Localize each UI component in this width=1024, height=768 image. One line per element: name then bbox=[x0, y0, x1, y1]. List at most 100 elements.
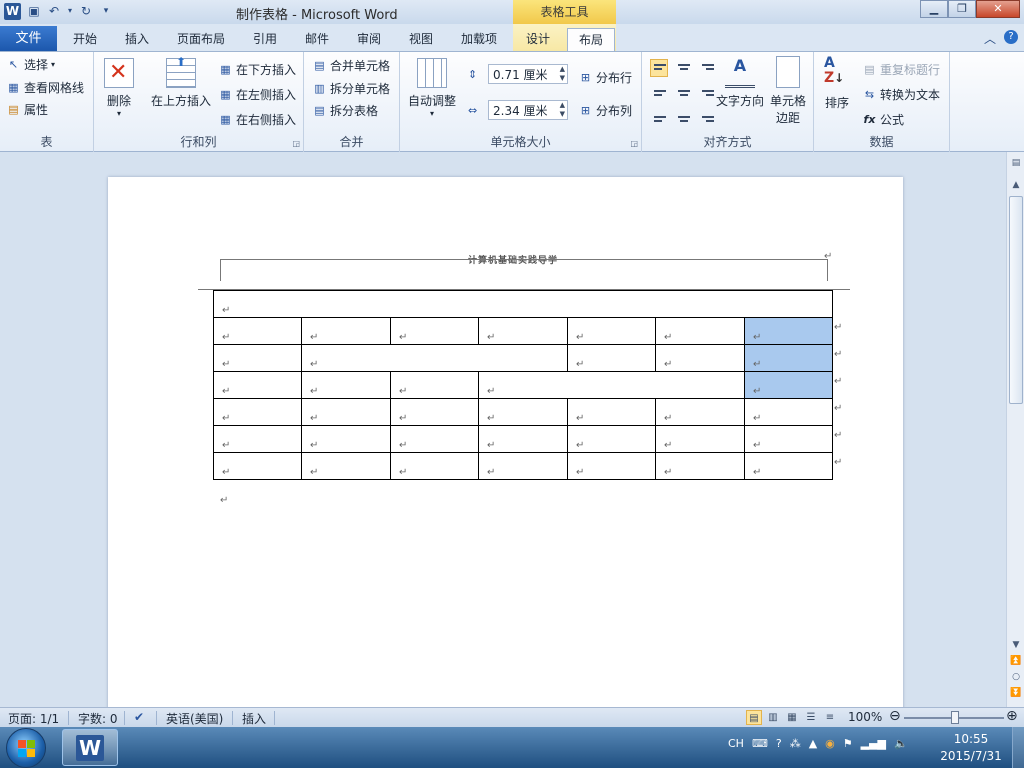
next-page-icon[interactable]: ⏬ bbox=[1009, 688, 1023, 698]
tab-mailings[interactable]: 邮件 bbox=[294, 28, 340, 51]
start-button[interactable] bbox=[6, 728, 46, 768]
select-button[interactable]: ↖ 选择 ▾ bbox=[6, 56, 55, 73]
table-cell[interactable]: ↵ bbox=[744, 398, 833, 426]
table-cell[interactable]: ↵ bbox=[390, 371, 479, 399]
table-cell[interactable]: ↵ bbox=[301, 371, 391, 399]
proofing-icon[interactable]: ✔ bbox=[134, 710, 144, 724]
tab-review[interactable]: 审阅 bbox=[346, 28, 392, 51]
table-cell[interactable]: ↵ bbox=[478, 398, 568, 426]
table-cell[interactable]: ↵ bbox=[390, 452, 479, 480]
align-bottom-left-icon[interactable] bbox=[650, 105, 668, 123]
keyboard-icon[interactable]: ⌨ bbox=[752, 737, 768, 750]
scroll-up-icon[interactable]: ▲ bbox=[1009, 180, 1023, 190]
table-cell[interactable]: ↵ bbox=[390, 317, 479, 345]
column-width-stepper[interactable]: 2.34 厘米 ▲ ▼ bbox=[488, 100, 568, 120]
tab-references[interactable]: 引用 bbox=[242, 28, 288, 51]
zoom-level[interactable]: 100% bbox=[848, 710, 882, 724]
tab-addins[interactable]: 加载项 bbox=[452, 28, 506, 51]
full-screen-reading-icon[interactable]: ▥ bbox=[765, 710, 781, 725]
action-center-icon[interactable]: ⚑ bbox=[843, 737, 853, 750]
print-layout-icon[interactable]: ▤ bbox=[746, 710, 762, 725]
word-app-icon[interactable]: W bbox=[4, 3, 21, 20]
select-browse-object-icon[interactable]: ○ bbox=[1009, 672, 1023, 682]
table-cell-merged[interactable]: ↵ bbox=[478, 371, 745, 399]
distribute-rows-button[interactable]: ⊞ 分布行 bbox=[578, 69, 632, 86]
tab-page-layout[interactable]: 页面布局 bbox=[168, 28, 234, 51]
language-indicator[interactable]: 英语(美国) bbox=[166, 710, 223, 727]
minimize-button[interactable]: ▁ bbox=[920, 0, 948, 18]
table-cell[interactable]: ↵ bbox=[390, 425, 479, 453]
spin-arrows-icon[interactable]: ▲ ▼ bbox=[560, 65, 565, 83]
insert-above-button[interactable]: ⬆ 在上方插入 bbox=[148, 55, 214, 109]
align-middle-left-icon[interactable] bbox=[650, 82, 668, 100]
table-cell[interactable]: ↵ bbox=[478, 317, 568, 345]
show-desktop-button[interactable] bbox=[1012, 727, 1024, 768]
tab-home[interactable]: 开始 bbox=[62, 28, 108, 51]
dialog-launcher-icon[interactable]: ◲ bbox=[292, 139, 300, 148]
tab-insert[interactable]: 插入 bbox=[114, 28, 160, 51]
help-tray-icon[interactable]: ? bbox=[776, 737, 782, 750]
tab-file[interactable]: 文件 bbox=[0, 26, 57, 51]
table-cell[interactable]: ↵ bbox=[390, 398, 479, 426]
table-cell-merged[interactable]: ↵ bbox=[301, 344, 568, 372]
table-cell[interactable]: ↵ bbox=[567, 317, 656, 345]
table-cell[interactable]: ↵ bbox=[567, 452, 656, 480]
taskbar-word-button[interactable]: W bbox=[62, 729, 118, 766]
distribute-columns-button[interactable]: ⊞ 分布列 bbox=[578, 102, 632, 119]
page-indicator[interactable]: 页面: 1/1 bbox=[8, 710, 59, 727]
customize-icon[interactable]: ▾ bbox=[98, 3, 114, 19]
outline-icon[interactable]: ☰ bbox=[803, 710, 819, 725]
tab-view[interactable]: 视图 bbox=[398, 28, 444, 51]
insert-below-button[interactable]: ▦ 在下方插入 bbox=[218, 61, 296, 78]
table-cell-selected[interactable]: ↵ bbox=[744, 371, 833, 399]
table-cell[interactable]: ↵ bbox=[655, 317, 745, 345]
repeat-header-rows-button[interactable]: ▤ 重复标题行 bbox=[862, 61, 940, 78]
merge-cells-button[interactable]: ▤ 合并单元格 bbox=[312, 57, 390, 74]
formula-button[interactable]: fx 公式 bbox=[862, 111, 904, 128]
table-cell[interactable]: ↵ bbox=[655, 425, 745, 453]
scrollbar-thumb[interactable] bbox=[1009, 196, 1023, 404]
table-cell[interactable]: ↵ bbox=[478, 452, 568, 480]
view-gridlines-button[interactable]: ▦ 查看网格线 bbox=[6, 79, 84, 96]
table-cell[interactable]: ↵ bbox=[213, 452, 302, 480]
table-cell[interactable]: ↵ bbox=[744, 425, 833, 453]
document-page[interactable]: 计算机基础实践导学 ↵ ↵ ↵ ↵ ↵ ↵ ↵ ↵ ↵ ↵ ↵ ↵ ↵ ↵ ↵ … bbox=[108, 177, 903, 707]
insert-mode-indicator[interactable]: 插入 bbox=[242, 710, 266, 727]
convert-to-text-button[interactable]: ⇆ 转换为文本 bbox=[862, 86, 940, 103]
undo-dropdown-icon[interactable]: ▾ bbox=[66, 3, 74, 19]
table-cell-selected[interactable]: ↵ bbox=[744, 344, 833, 372]
table-cell[interactable]: ↵ bbox=[655, 344, 745, 372]
table-cell[interactable]: ↵ bbox=[301, 398, 391, 426]
redo-icon[interactable]: ↻ bbox=[78, 3, 94, 19]
maximize-button[interactable]: ❐ bbox=[948, 0, 976, 18]
input-language[interactable]: CH bbox=[728, 737, 744, 750]
table-cell[interactable]: ↵ bbox=[213, 425, 302, 453]
table-cell[interactable]: ↵ bbox=[567, 398, 656, 426]
table-cell[interactable]: ↵ bbox=[213, 371, 302, 399]
ruler-toggle-icon[interactable]: ▤ bbox=[1009, 158, 1023, 168]
undo-icon[interactable]: ↶ bbox=[46, 3, 62, 19]
web-layout-icon[interactable]: ▦ bbox=[784, 710, 800, 725]
spin-arrows-icon[interactable]: ▲ ▼ bbox=[560, 101, 565, 119]
insert-left-button[interactable]: ▦ 在左侧插入 bbox=[218, 86, 296, 103]
draft-icon[interactable]: ≡ bbox=[822, 710, 838, 725]
table-cell[interactable]: ↵ bbox=[213, 290, 833, 318]
clock[interactable]: 10:55 2015/7/31 bbox=[935, 731, 1007, 765]
zoom-in-icon[interactable]: ⊕ bbox=[1006, 708, 1018, 724]
show-hidden-icons-icon[interactable]: ▲ bbox=[809, 737, 817, 750]
vertical-scrollbar[interactable]: ▤ ▲ ▼ ⏫ ○ ⏬ bbox=[1006, 152, 1024, 707]
properties-button[interactable]: ▤ 属性 bbox=[6, 101, 48, 118]
zoom-out-icon[interactable]: ⊖ bbox=[889, 708, 901, 724]
collapse-ribbon-icon[interactable]: ︿ bbox=[984, 30, 996, 47]
tab-design[interactable]: 设计 bbox=[515, 28, 561, 51]
table-cell[interactable]: ↵ bbox=[301, 425, 391, 453]
scroll-down-icon[interactable]: ▼ bbox=[1009, 640, 1023, 650]
table-cell[interactable]: ↵ bbox=[567, 344, 656, 372]
tab-layout[interactable]: 布局 bbox=[567, 28, 615, 51]
table-cell[interactable]: ↵ bbox=[655, 398, 745, 426]
delete-button[interactable]: ✕ 删除 ▾ bbox=[100, 58, 138, 118]
table-cell[interactable]: ↵ bbox=[213, 398, 302, 426]
tray-options-icon[interactable]: ⁂ bbox=[790, 737, 801, 750]
word-count[interactable]: 字数: 0 bbox=[78, 710, 118, 727]
align-middle-center-icon[interactable] bbox=[674, 82, 692, 100]
